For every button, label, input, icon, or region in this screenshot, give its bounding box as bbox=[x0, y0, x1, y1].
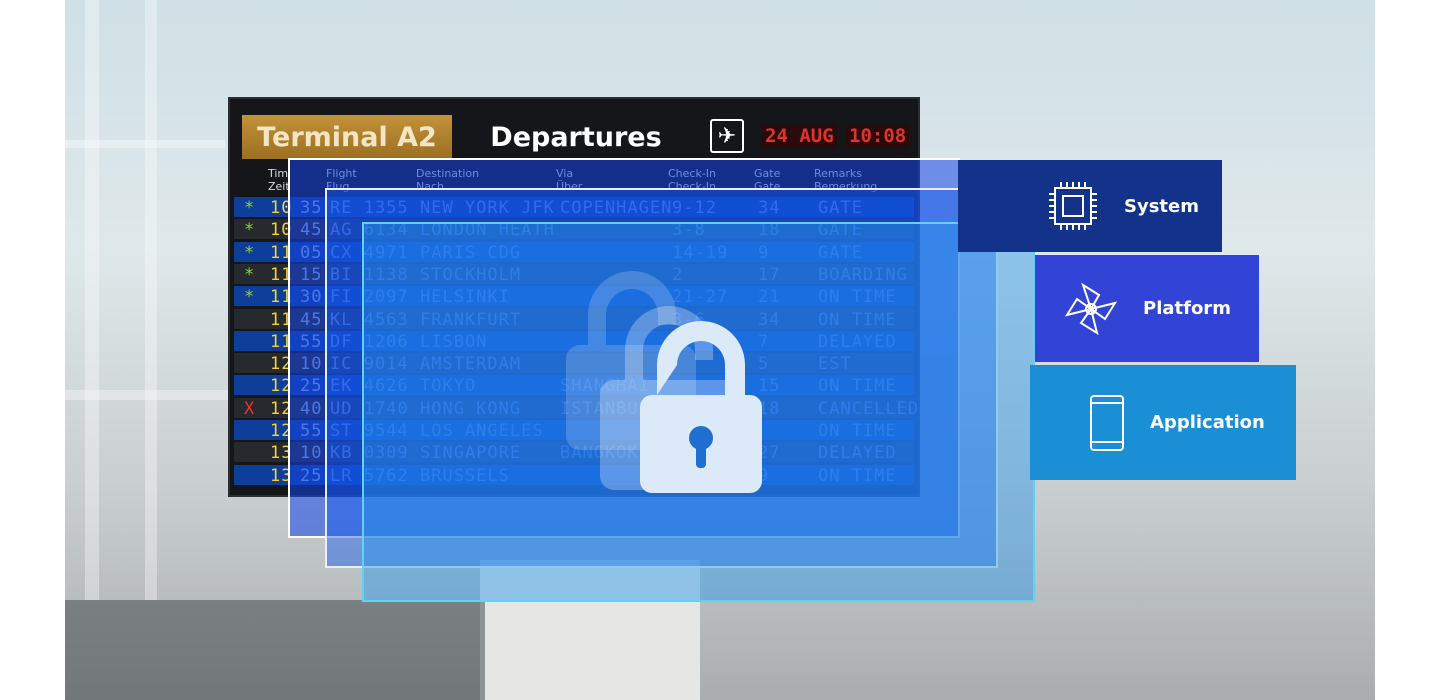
terminal-label: Terminal A2 bbox=[242, 115, 452, 159]
layer-label: Application bbox=[1150, 412, 1265, 433]
chip-icon bbox=[1049, 182, 1097, 230]
cell-mark: * bbox=[244, 220, 256, 241]
pinwheel-icon bbox=[1064, 282, 1118, 335]
board-time: 10:08 bbox=[846, 125, 910, 147]
cell-mark: X bbox=[244, 398, 256, 419]
cell-mark: * bbox=[244, 287, 256, 308]
layer-label: Platform bbox=[1143, 298, 1231, 319]
cell-mark: * bbox=[244, 242, 256, 263]
layer-card-system: System bbox=[958, 160, 1222, 252]
layer-label: System bbox=[1124, 195, 1199, 217]
column-header: Tim Zeit bbox=[268, 167, 290, 193]
cell-mark: * bbox=[244, 198, 256, 218]
layer-card-application: Application bbox=[1030, 365, 1296, 480]
header-de: Zeit bbox=[268, 180, 290, 193]
cell-mark: * bbox=[244, 264, 256, 285]
header-en: Tim bbox=[268, 167, 289, 180]
layer-card-platform: Platform bbox=[1035, 255, 1259, 362]
board-date: 24 AUG bbox=[762, 125, 837, 147]
smartphone-icon bbox=[1090, 394, 1124, 451]
airplane-icon: ✈ bbox=[710, 119, 744, 153]
unlocked-padlock-icon bbox=[566, 271, 762, 493]
board-title: Departures bbox=[490, 121, 662, 153]
